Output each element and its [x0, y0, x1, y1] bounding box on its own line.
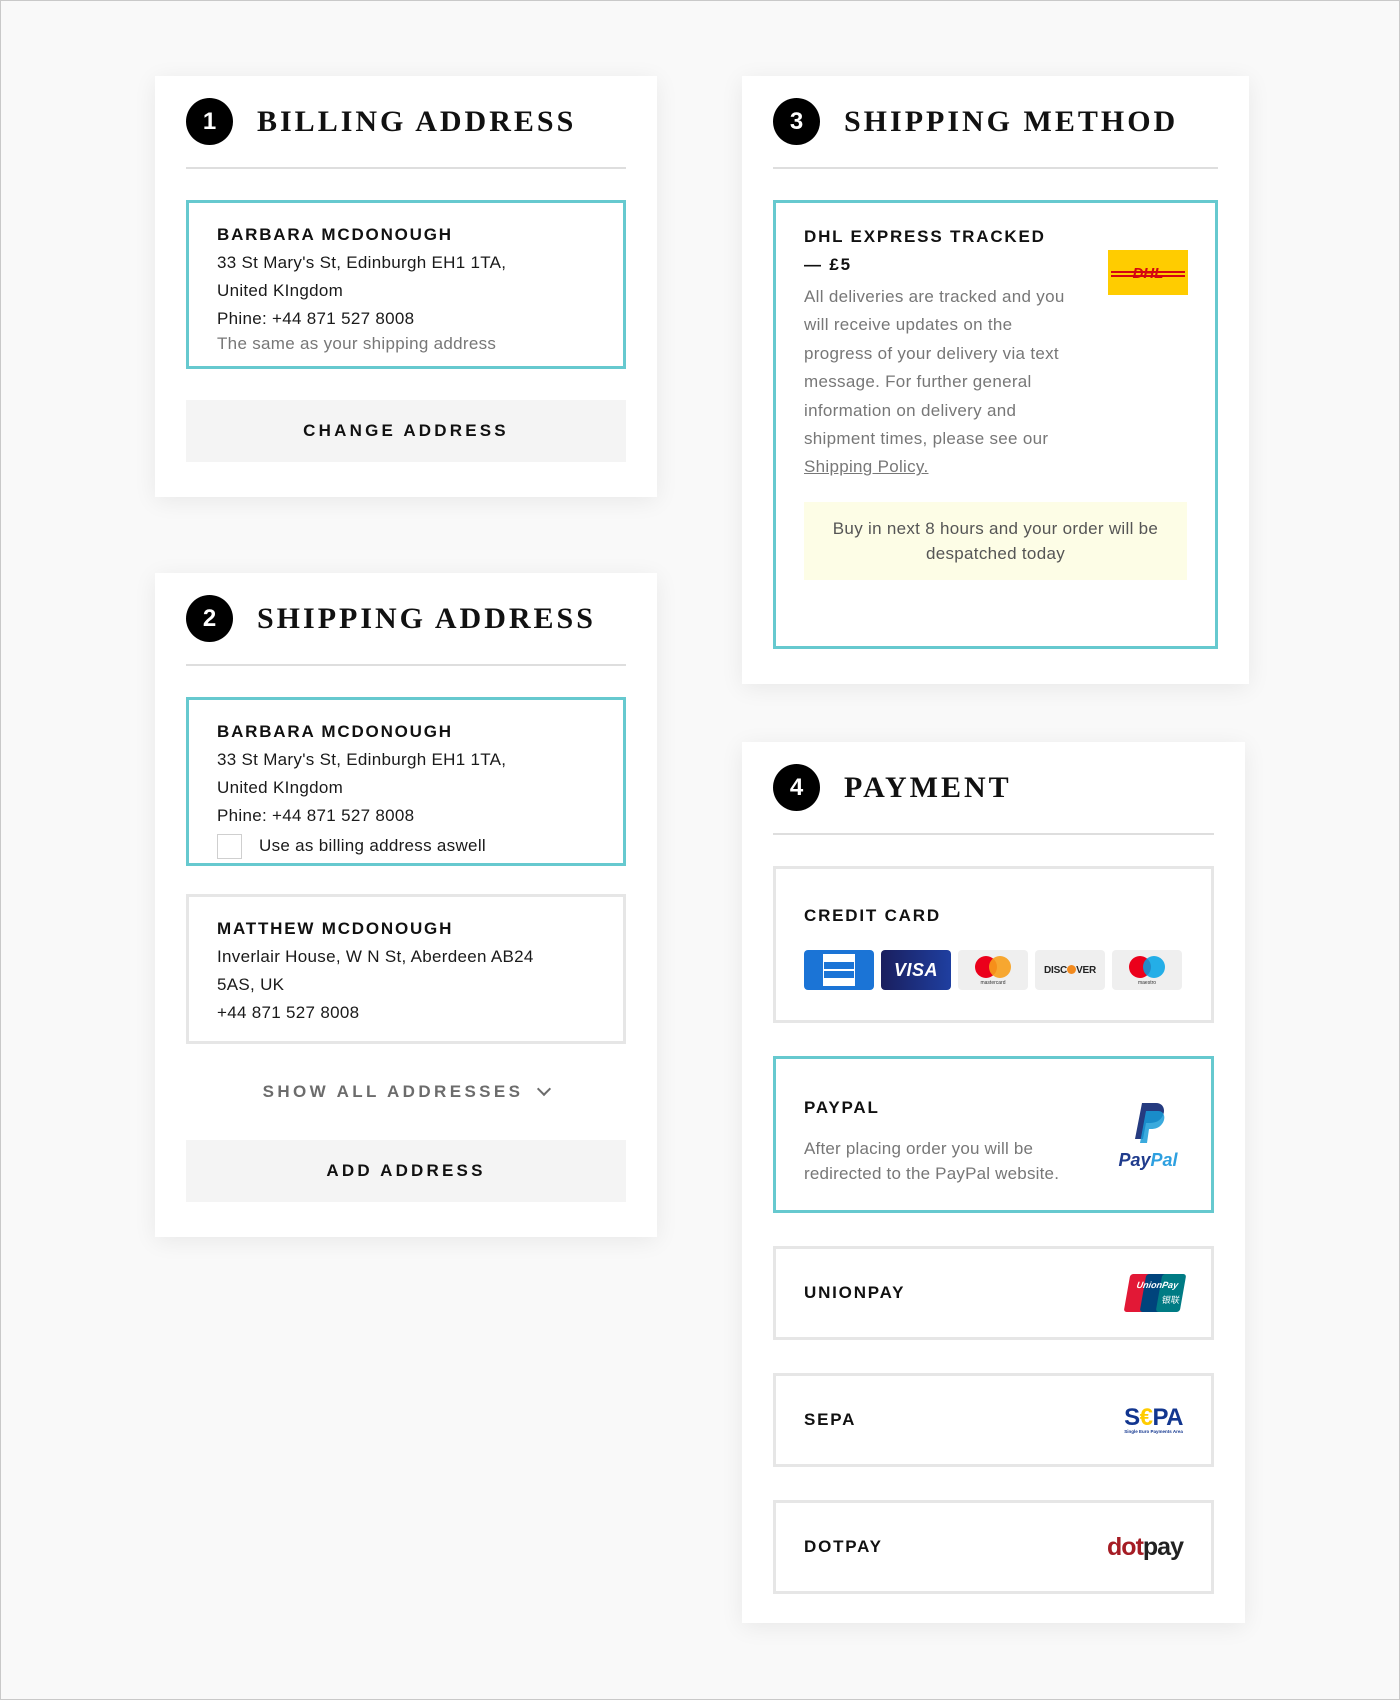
address-note: The same as your shipping address — [217, 334, 497, 353]
address-name: BARBARA MCDONOUGH — [217, 225, 453, 244]
use-as-billing-label: Use as billing address aswell — [259, 836, 486, 855]
visa-icon: VISA — [881, 950, 951, 990]
step-badge: 2 — [186, 595, 233, 642]
payment-header: 4 PAYMENT — [773, 742, 1214, 835]
shipping-method-header: 3 SHIPPING METHOD — [773, 76, 1218, 169]
payment-card: 4 PAYMENT CREDIT CARD VISA mastercard DI… — [742, 742, 1245, 1623]
dhl-logo-icon: DHL — [1108, 250, 1188, 295]
shipping-option-name: DHL EXPRESS TRACKED — [804, 227, 1046, 246]
payment-option-credit-card[interactable]: CREDIT CARD VISA mastercard DISC VER mae… — [773, 866, 1214, 1023]
step-badge: 1 — [186, 98, 233, 145]
address-line2: 5AS, UK — [217, 975, 285, 994]
payment-option-dotpay[interactable]: DOTPAY dotpay — [773, 1500, 1214, 1594]
payment-option-paypal[interactable]: PAYPAL After placing order you will be r… — [773, 1056, 1214, 1213]
section-title: BILLING ADDRESS — [257, 104, 577, 138]
shipping-address-card: 2 SHIPPING ADDRESS BARBARA MCDONOUGH 33 … — [155, 573, 657, 1237]
chevron-down-icon — [537, 1081, 552, 1097]
discover-icon: DISC VER — [1035, 950, 1105, 990]
show-all-addresses-toggle[interactable]: SHOW ALL ADDRESSES — [186, 1044, 626, 1140]
payment-option-label: SEPA — [804, 1410, 857, 1429]
address-line1: 33 St Mary's St, Edinburgh EH1 1TA, — [217, 750, 507, 769]
billing-header: 1 BILLING ADDRESS — [186, 76, 626, 169]
section-title: SHIPPING METHOD — [844, 104, 1179, 138]
card-brands: VISA mastercard DISC VER maestro — [804, 950, 1183, 990]
use-as-billing-row[interactable]: Use as billing address aswell — [217, 832, 595, 860]
description-text: All deliveries are tracked and you will … — [804, 287, 1065, 449]
payment-option-label: CREDIT CARD — [804, 906, 941, 925]
address-line1: 33 St Mary's St, Edinburgh EH1 1TA, — [217, 253, 507, 272]
address-line1: Inverlair House, W N St, Aberdeen AB24 — [217, 947, 534, 966]
amex-icon — [804, 950, 874, 990]
billing-address-card: 1 BILLING ADDRESS BARBARA MCDONOUGH 33 S… — [155, 76, 657, 497]
address-option-selected[interactable]: BARBARA MCDONOUGH 33 St Mary's St, Edinb… — [186, 697, 626, 866]
sepa-logo-icon: S€PA Single Euro Payments Area — [1124, 1403, 1183, 1434]
dispatch-notice: Buy in next 8 hours and your order will … — [804, 501, 1187, 580]
add-address-button[interactable]: ADD ADDRESS — [186, 1140, 626, 1202]
shipping-option-description: All deliveries are tracked and you will … — [804, 283, 1084, 482]
address-line2: United KIngdom — [217, 281, 344, 300]
dhl-logo-text: DHL — [1133, 265, 1164, 282]
step-badge: 4 — [773, 764, 820, 811]
section-title: PAYMENT — [844, 770, 1012, 804]
address-phone: Phine: +44 871 527 8008 — [217, 806, 415, 825]
unionpay-logo-icon: UnionPay 银联 — [1123, 1274, 1187, 1312]
show-all-label: SHOW ALL ADDRESSES — [262, 1082, 524, 1101]
paypal-description: After placing order you will be redirect… — [804, 1139, 1060, 1183]
paypal-logo-icon: PayPal — [1113, 1101, 1183, 1171]
shipping-address-header: 2 SHIPPING ADDRESS — [186, 573, 626, 666]
shipping-option-dhl[interactable]: DHL EXPRESS TRACKED — £5 DHL All deliver… — [773, 200, 1218, 649]
mastercard-icon: mastercard — [958, 950, 1028, 990]
payment-option-label: UNIONPAY — [804, 1283, 906, 1302]
payment-option-sepa[interactable]: SEPA S€PA Single Euro Payments Area — [773, 1373, 1214, 1467]
step-badge: 3 — [773, 98, 820, 145]
address-option[interactable]: MATTHEW MCDONOUGH Inverlair House, W N S… — [186, 894, 626, 1044]
address-name: MATTHEW MCDONOUGH — [217, 919, 454, 938]
dotpay-logo-icon: dotpay — [1107, 1532, 1184, 1561]
change-address-button[interactable]: CHANGE ADDRESS — [186, 400, 626, 462]
maestro-icon: maestro — [1112, 950, 1182, 990]
use-as-billing-checkbox[interactable] — [217, 833, 242, 859]
address-phone: +44 871 527 8008 — [217, 1003, 360, 1022]
payment-option-unionpay[interactable]: UNIONPAY UnionPay 银联 — [773, 1246, 1214, 1340]
address-line2: United KIngdom — [217, 778, 344, 797]
shipping-policy-link[interactable]: Shipping Policy. — [804, 457, 929, 476]
billing-address-box[interactable]: BARBARA MCDONOUGH 33 St Mary's St, Edinb… — [186, 200, 626, 369]
shipping-method-card: 3 SHIPPING METHOD DHL EXPRESS TRACKED — … — [742, 76, 1249, 684]
payment-option-label: DOTPAY — [804, 1537, 883, 1556]
address-name: BARBARA MCDONOUGH — [217, 722, 453, 741]
section-title: SHIPPING ADDRESS — [257, 601, 596, 635]
address-phone: Phine: +44 871 527 8008 — [217, 309, 415, 328]
